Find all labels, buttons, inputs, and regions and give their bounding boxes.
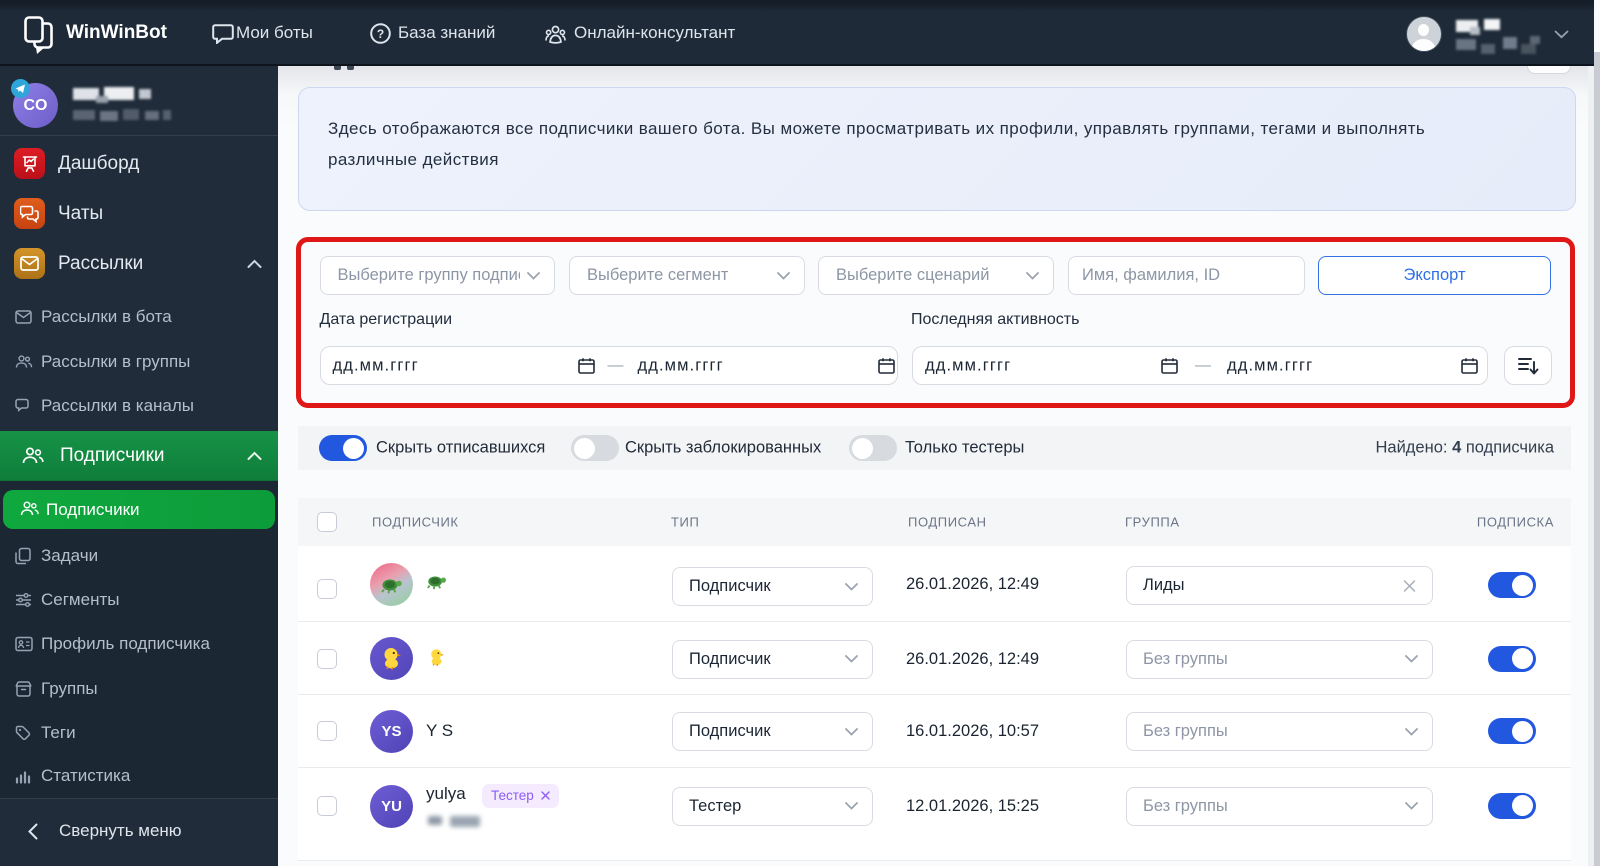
svg-text:?: ? bbox=[377, 27, 384, 41]
